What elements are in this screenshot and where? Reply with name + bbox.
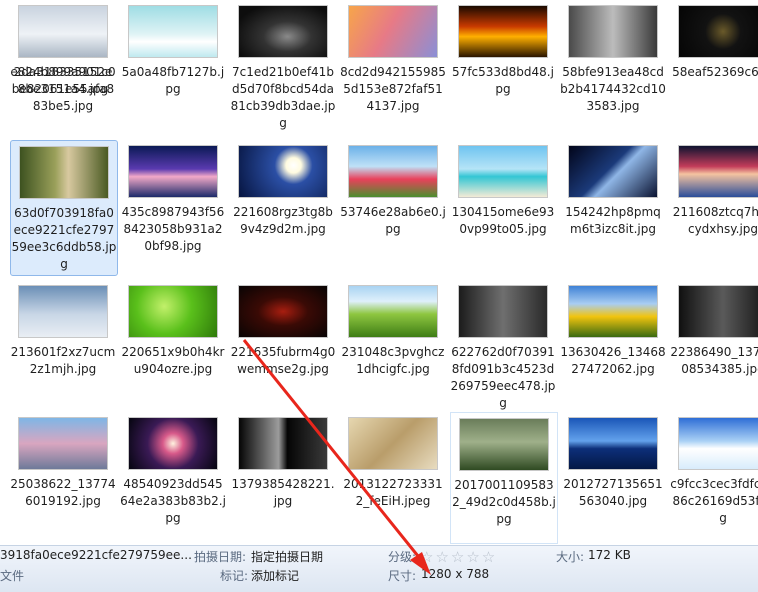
file-thumbnail <box>19 146 109 199</box>
details-pane: 3918fa0ece9221cfe279759ee... 文件 拍摄日期: 指定… <box>0 545 758 592</box>
file-item[interactable]: 1379385428221.jpg <box>230 412 336 542</box>
file-thumbnail <box>568 417 658 470</box>
file-item[interactable]: 63d0f703918fa0ece9221cfe279759ee3c6ddb58… <box>10 140 118 276</box>
file-name: c9fcc3cec3fdfc0386c26169d53f.jpg <box>670 477 758 525</box>
file-thumbnail <box>348 145 438 198</box>
file-name: 25038622_137746019192.jpg <box>10 477 116 508</box>
file-name: 22386490_1371808534385.jpg <box>670 345 758 376</box>
file-item[interactable]: 53746e28ab6e0.jpg <box>340 140 446 270</box>
file-thumbnail <box>678 285 758 338</box>
file-item[interactable]: 221608rgz3tg8b9v4z9d2m.jpg <box>230 140 336 270</box>
file-name: 213601f2xz7ucm2z1mjh.jpg <box>10 345 116 376</box>
file-item[interactable]: 231048c3pvghcz1dhcigfc.jpg <box>340 280 446 410</box>
status-filetype: 文件 <box>0 569 25 583</box>
file-name: 435c8987943f568423058b931a20bf98.jpg <box>121 205 225 253</box>
size-label: 大小: <box>556 550 585 564</box>
file-item[interactable]: 8cd2d9421559855d153e872faf514137.jpg <box>340 0 446 130</box>
file-thumbnail <box>128 145 218 198</box>
file-name: 221608rgz3tg8b9v4z9d2m.jpg <box>233 205 333 236</box>
file-name: 20170011095832_49d2c0d458b.jpg <box>452 478 556 526</box>
file-thumbnail <box>568 5 658 58</box>
file-name: 8cd2d9421559855d153e872faf514137.jpg <box>340 65 446 113</box>
file-thumbnail <box>348 417 438 470</box>
file-thumbnail <box>568 285 658 338</box>
file-item[interactable]: 58bfe913ea48cdb2b4174432cd103583.jpg <box>560 0 666 130</box>
file-thumbnail <box>568 145 658 198</box>
status-filename: 3918fa0ece9221cfe279759ee... <box>0 548 192 562</box>
file-item[interactable]: 130415ome6e930vp99to05.jpg <box>450 140 556 270</box>
file-name: 58bfe913ea48cdb2b4174432cd103583.jpg <box>560 65 666 113</box>
file-thumbnail <box>128 285 218 338</box>
tags-label: 标记: <box>220 569 249 583</box>
file-name: 20131227233312_feEiH.jpeg <box>343 477 443 508</box>
file-name: 53746e28ab6e0.jpg <box>340 205 446 236</box>
file-thumbnail <box>18 5 108 58</box>
file-item[interactable]: 154242hp8pmqm6t3izc8it.jpg <box>560 140 666 270</box>
file-name: 231048c3pvghcz1dhcigfc.jpg <box>341 345 445 376</box>
rating-label: 分级: <box>388 550 417 564</box>
file-name: 211608ztcq7higicydxhsy.jpg <box>672 205 758 236</box>
file-item[interactable]: 20170011095832_49d2c0d458b.jpg <box>450 412 558 544</box>
file-thumbnail <box>238 285 328 338</box>
file-thumbnail <box>678 5 758 58</box>
file-thumbnail <box>678 145 758 198</box>
file-name: 57fc533d8bd48.jpg <box>452 65 554 96</box>
file-thumbnail <box>458 5 548 58</box>
file-thumbnail <box>238 417 328 470</box>
file-name: 7c1ed21b0ef41bd5d70f8bcd54da81cb39db3dae… <box>230 65 336 130</box>
file-thumbnail <box>348 285 438 338</box>
file-name: 63d0f703918fa0ece9221cfe279759ee3c6ddb58… <box>11 206 117 271</box>
file-item[interactable]: 20131227233312_feEiH.jpeg <box>340 412 446 542</box>
file-thumbnail <box>18 417 108 470</box>
file-name: 2012727135651563040.jpg <box>563 477 663 508</box>
file-name: 154242hp8pmqm6t3izc8it.jpg <box>565 205 661 236</box>
rating-stars-icon[interactable]: ☆☆☆☆☆ <box>420 548 497 566</box>
file-item[interactable]: e824b899a901c08be3151a4.jpg <box>10 0 116 130</box>
file-thumbnail <box>128 5 218 58</box>
file-item[interactable]: 13630426_1346827472062.jpg <box>560 280 666 410</box>
size-value: 172 KB <box>588 548 631 562</box>
file-item[interactable]: 622762d0f703918fd091b3c4523d269759eec478… <box>450 280 556 410</box>
file-thumbnail <box>238 5 328 58</box>
date-taken-label: 拍摄日期: <box>194 550 247 564</box>
file-name: 48540923dd54564e2a383b83b2.jpg <box>120 477 226 525</box>
file-item[interactable]: 48540923dd54564e2a383b83b2.jpg <box>120 412 226 542</box>
file-item[interactable]: 5a0a48fb7127b.jpg <box>120 0 226 130</box>
file-item[interactable]: 213601f2xz7ucm2z1mjh.jpg <box>10 280 116 410</box>
file-name: 220651x9b0h4kru904ozre.jpg <box>121 345 225 376</box>
file-name: 1379385428221.jpg <box>231 477 335 508</box>
file-item[interactable]: c9fcc3cec3fdfc0386c26169d53f.jpg <box>670 412 758 542</box>
file-item[interactable]: 435c8987943f568423058b931a20bf98.jpg <box>120 140 226 270</box>
file-item[interactable]: 211608ztcq7higicydxhsy.jpg <box>670 140 758 270</box>
file-item[interactable]: 7c1ed21b0ef41bd5d70f8bcd54da81cb39db3dae… <box>230 0 336 130</box>
file-item[interactable]: 57fc533d8bd48.jpg <box>450 0 556 130</box>
file-name: 221635fubrm4g0wemmse2g.jpg <box>230 345 336 376</box>
date-taken-value[interactable]: 指定拍摄日期 <box>251 548 323 565</box>
file-item[interactable]: 22386490_1371808534385.jpg <box>670 280 758 410</box>
file-item[interactable]: 2012727135651563040.jpg <box>560 412 666 542</box>
file-name: 5a0a48fb7127b.jpg <box>121 65 225 96</box>
file-thumbnail <box>18 285 108 338</box>
file-name: 130415ome6e930vp99to05.jpg <box>451 205 555 236</box>
file-name: 622762d0f703918fd091b3c4523d269759eec478… <box>450 345 556 410</box>
file-item[interactable]: 220651x9b0h4kru904ozre.jpg <box>120 280 226 410</box>
file-name: e824b899a901c08be3151a4.jpg <box>10 65 116 96</box>
file-thumbnail <box>678 417 758 470</box>
file-thumbnail <box>458 285 548 338</box>
file-item[interactable]: 221635fubrm4g0wemmse2g.jpg <box>230 280 336 410</box>
dimensions-value: 1280 x 788 <box>421 567 490 581</box>
file-name: 58eaf52369c6pg <box>672 65 758 79</box>
file-item[interactable]: 25038622_137746019192.jpg <box>10 412 116 542</box>
file-thumbnail <box>348 5 438 58</box>
file-grid: 2da318335152ebe82061e55afa883be5.jpg 5a0a… <box>0 0 758 545</box>
dimensions-label: 尺寸: <box>388 569 417 583</box>
file-item[interactable]: 58eaf52369c6pg <box>670 0 758 130</box>
file-thumbnail <box>458 145 548 198</box>
file-thumbnail <box>128 417 218 470</box>
file-name: 13630426_1346827472062.jpg <box>560 345 666 376</box>
file-thumbnail <box>238 145 328 198</box>
file-thumbnail <box>459 418 549 471</box>
tags-value[interactable]: 添加标记 <box>251 567 299 584</box>
